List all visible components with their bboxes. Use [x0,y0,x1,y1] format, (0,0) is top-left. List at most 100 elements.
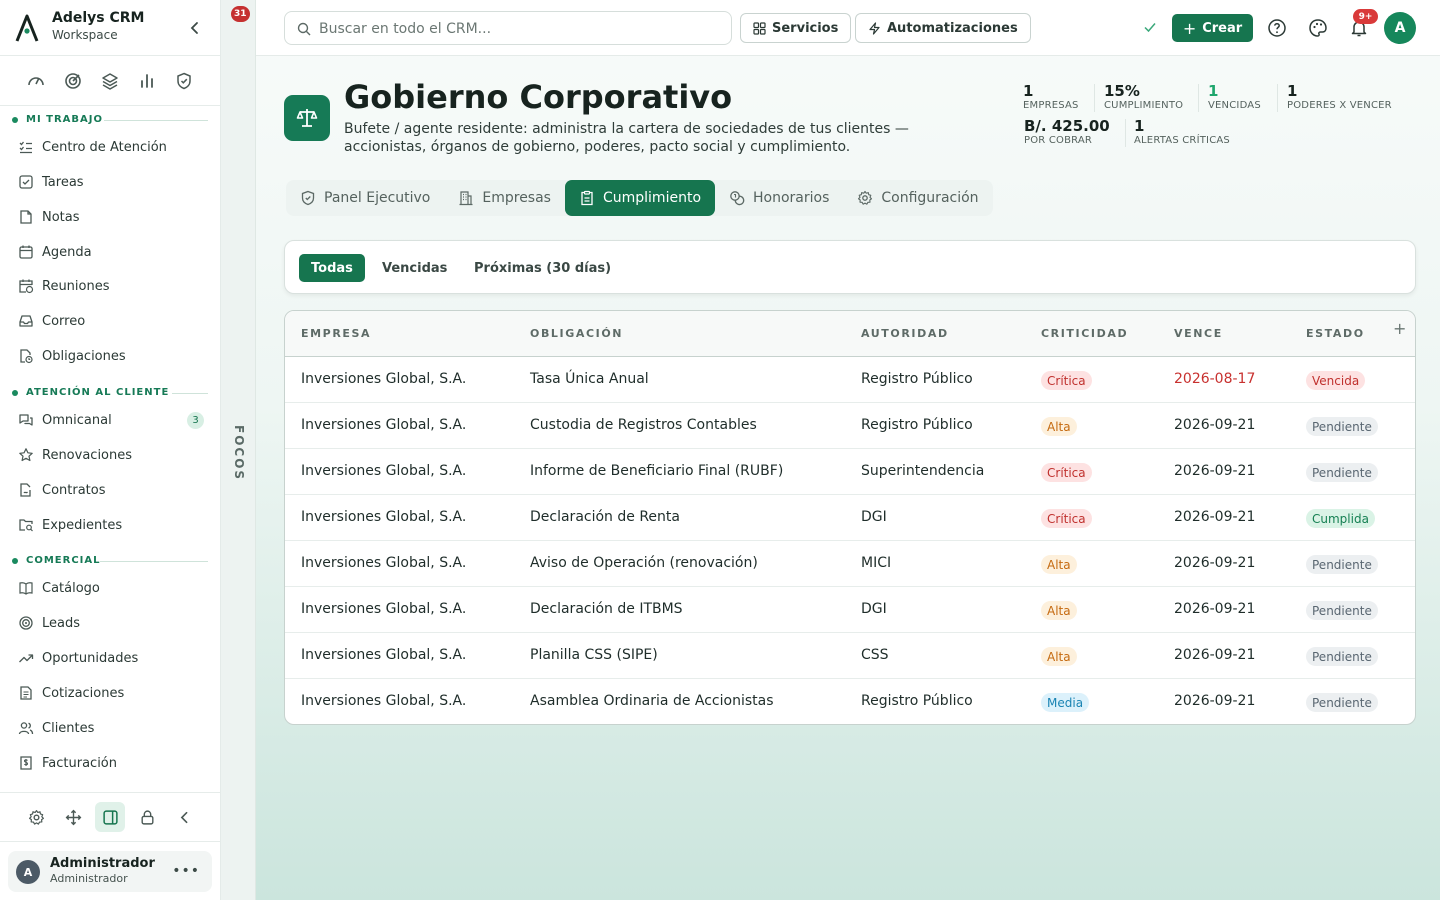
nav-oportunidades[interactable]: Oportunidades [8,643,212,673]
tab-empresas[interactable]: Empresas [444,180,565,216]
nav-agenda[interactable]: Agenda [8,237,212,267]
add-column-icon[interactable]: + [1393,319,1406,338]
filter-vencidas[interactable]: Vencidas [370,254,459,282]
nav-correo[interactable]: Correo [8,306,212,336]
nav-cotizaciones[interactable]: Cotizaciones [8,678,212,708]
status-badge: Cumplida [1306,509,1375,528]
list-check-icon [19,141,32,154]
status-badge: Pendiente [1306,693,1378,712]
target-icon[interactable] [63,71,83,91]
nav-reuniones[interactable]: Reuniones [8,271,212,301]
move-button[interactable] [58,802,88,832]
logo-icon [15,14,39,42]
search-icon [297,22,311,36]
obligations-table: EMPRESA OBLIGACIÓN AUTORIDAD CRITICIDAD … [284,310,1416,725]
column-header-criticidad[interactable]: CRITICIDAD [1041,327,1128,340]
section-header-mi-trabajo: MI TRABAJO [12,114,208,125]
nav-contratos[interactable]: Contratos [8,475,212,505]
collapse-button[interactable] [169,802,199,832]
column-header-empresa[interactable]: EMPRESA [301,327,371,340]
section-header-comercial: COMERCIAL [12,555,208,566]
panel-toggle-button[interactable] [95,802,125,832]
table-row[interactable]: Inversiones Global, S.A. Custodia de Reg… [285,403,1415,449]
nav-centro-de-atencion[interactable]: Centro de Atención [8,132,212,162]
bar-chart-icon[interactable] [137,71,157,91]
tab-cumplimiento[interactable]: Cumplimiento [564,180,716,216]
automations-button[interactable]: Automatizaciones [855,13,1031,43]
focos-panel-toggle[interactable]: 31 FOCOS [221,0,256,900]
note-icon [20,210,32,224]
table-row[interactable]: Inversiones Global, S.A. Asamblea Ordina… [285,679,1415,724]
search-box [284,11,732,45]
user-name: Administrador [50,856,155,871]
nav-omnicanal[interactable]: Omnicanal 3 [8,405,212,435]
column-header-obligacion[interactable]: OBLIGACIÓN [530,327,623,340]
filter-bar: Todas Vencidas Próximas (30 días) [284,240,1416,294]
column-header-estado[interactable]: ESTADO [1306,327,1365,340]
shield-check-icon[interactable] [174,71,194,91]
user-avatar-button[interactable]: A [1384,12,1416,44]
help-icon[interactable] [1267,18,1287,38]
criticality-badge: Crítica [1041,463,1092,482]
nav-tareas[interactable]: Tareas [8,167,212,197]
table-row[interactable]: Inversiones Global, S.A. Aviso de Operac… [285,541,1415,587]
create-button[interactable]: + Crear [1172,14,1253,42]
stat-alertas-criticas: 1 ALERTAS CRÍTICAS [1134,117,1230,146]
grid-icon [753,21,766,35]
app-name: Adelys CRM [52,10,145,26]
tab-honorarios[interactable]: Honorarios [715,180,843,216]
sidebar: Adelys CRM Workspace MI TRABAJO Centro d… [0,0,221,900]
criticality-badge: Media [1041,693,1090,712]
table-row[interactable]: Inversiones Global, S.A. Tasa Única Anua… [285,357,1415,403]
nav-catalogo[interactable]: Catálogo [8,573,212,603]
task-icon [19,175,33,189]
nav-notas[interactable]: Notas [8,202,212,232]
invoice-icon [20,756,32,770]
file-clock-icon [20,349,33,364]
user-card[interactable]: A Administrador Administrador ••• [8,851,212,892]
layers-icon[interactable] [100,71,120,91]
avatar: A [16,860,40,884]
nav-clientes[interactable]: Clientes [8,713,212,743]
table-row[interactable]: Inversiones Global, S.A. Declaración de … [285,587,1415,633]
column-header-autoridad[interactable]: AUTORIDAD [861,327,949,340]
building-icon [459,191,473,206]
folder-search-icon [19,519,33,532]
nav-obligaciones[interactable]: Obligaciones [8,341,212,371]
search-input[interactable] [319,18,719,40]
collapse-sidebar-icon[interactable] [186,19,204,37]
status-badge: Pendiente [1306,601,1378,620]
nav-renovaciones[interactable]: Renovaciones [8,440,212,470]
palette-icon[interactable] [1308,18,1328,38]
tab-configuracion[interactable]: Configuración [843,180,992,216]
nav-leads[interactable]: Leads [8,608,212,638]
lock-button[interactable] [132,802,162,832]
status-badge: Pendiente [1306,555,1378,574]
filter-proximas[interactable]: Próximas (30 días) [462,254,623,282]
stat-poderes-x-vencer: 1 PODERES X VENCER [1287,82,1392,111]
target-icon [19,616,33,630]
clipboard-icon [581,190,593,206]
module-tabs: Panel Ejecutivo Empresas Cumplimiento Ho… [286,180,993,216]
settings-icon [28,809,44,825]
table-header: EMPRESA OBLIGACIÓN AUTORIDAD CRITICIDAD … [285,311,1415,357]
filter-todas[interactable]: Todas [299,254,365,282]
tab-panel-ejecutivo[interactable]: Panel Ejecutivo [286,180,444,216]
table-row[interactable]: Inversiones Global, S.A. Planilla CSS (S… [285,633,1415,679]
scale-icon [284,95,330,141]
nav-expedientes[interactable]: Expedientes [8,510,212,540]
table-row[interactable]: Inversiones Global, S.A. Declaración de … [285,495,1415,541]
nav-facturacion[interactable]: Facturación [8,748,212,778]
quick-access-bar [0,56,220,106]
services-button[interactable]: Servicios [740,13,852,43]
omnicanal-count-badge: 3 [187,412,204,429]
column-header-vence[interactable]: VENCE [1174,327,1223,340]
table-row[interactable]: Inversiones Global, S.A. Informe de Bene… [285,449,1415,495]
sidebar-footer-tools [0,792,220,842]
gauge-icon[interactable] [26,71,46,91]
status-badge: Vencida [1306,371,1366,390]
status-badge: Pendiente [1306,417,1378,436]
stat-empresas: 1 EMPRESAS [1023,82,1079,111]
settings-button[interactable] [21,802,51,832]
more-options-icon[interactable]: ••• [172,863,200,879]
